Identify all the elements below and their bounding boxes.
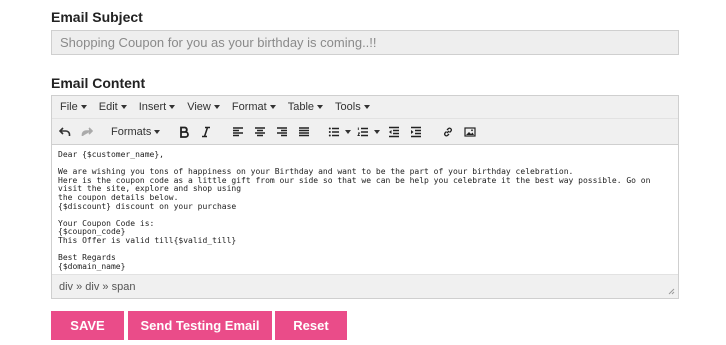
insert-link-button[interactable] [437,122,459,142]
menu-table-label: Table [287,101,315,113]
send-testing-email-button[interactable]: Send Testing Email [128,311,272,340]
indent-icon [411,126,422,137]
bullet-list-button[interactable] [325,122,354,142]
rich-text-editor: File Edit Insert View Format Table Tools… [51,95,679,299]
align-right-icon [277,126,288,136]
undo-button[interactable] [54,122,76,142]
menu-edit[interactable]: Edit [93,101,133,113]
content-line: {$discount} discount on your purchase [58,201,237,211]
editor-statusbar: div » div » span [52,274,678,298]
indent-button[interactable] [405,122,427,142]
menu-tools[interactable]: Tools [329,101,376,113]
formats-label: Formats [111,125,152,138]
chevron-down-icon [345,129,352,134]
align-justify-icon [299,126,310,136]
menu-file[interactable]: File [54,101,93,113]
align-justify-button[interactable] [293,122,315,142]
email-subject-input[interactable]: Shopping Coupon for you as your birthday… [51,30,679,55]
menu-view-label: View [187,101,211,113]
align-right-button[interactable] [271,122,293,142]
bold-button[interactable] [173,122,195,142]
bold-icon [180,126,190,138]
align-left-button[interactable] [227,122,249,142]
email-subject-label: Email Subject [51,9,143,25]
content-line [58,246,672,255]
menu-file-label: File [60,101,78,113]
chevron-down-icon [154,129,161,134]
chevron-down-icon [374,129,381,134]
redo-button[interactable] [76,122,98,142]
link-icon [444,127,453,136]
element-path: div » div » span [59,280,136,293]
reset-button[interactable]: Reset [275,311,347,340]
italic-button[interactable] [195,122,217,142]
save-button[interactable]: SAVE [51,311,124,340]
menu-table[interactable]: Table [282,101,329,113]
content-line: Dear {$customer_name}, [58,150,164,159]
formats-dropdown[interactable]: Formats [108,122,163,142]
chevron-down-icon [363,105,370,109]
outdent-button[interactable] [383,122,405,142]
menu-insert[interactable]: Insert [133,101,182,113]
numbered-list-button[interactable] [354,122,383,142]
content-line: {$domain_name} [58,261,126,271]
resize-handle-icon[interactable] [668,288,675,295]
menu-insert-label: Insert [138,101,167,113]
content-line: Your Coupon Code is: [58,218,155,228]
bullet-list-icon [329,127,340,136]
email-content-label: Email Content [51,75,146,91]
menu-format-label: Format [231,101,267,113]
chevron-down-icon [169,105,176,109]
menu-format[interactable]: Format [226,101,282,113]
editor-toolbar: Formats [52,119,678,145]
chevron-down-icon [80,105,87,109]
editor-content-area[interactable]: Dear {$customer_name}, We are wishing you… [52,145,678,274]
menu-tools-label: Tools [335,101,361,113]
editor-menubar: File Edit Insert View Format Table Tools [52,96,678,119]
content-line: This Offer is valid till{$valid_till} [58,235,237,245]
content-line: Best Regards [58,253,116,263]
chevron-down-icon [269,105,276,109]
menu-view[interactable]: View [181,101,226,113]
align-center-button[interactable] [249,122,271,142]
numbered-list-icon [357,127,369,136]
align-center-icon [255,126,266,136]
content-line: Here is the coupon code as a little gift… [58,175,656,194]
chevron-down-icon [317,105,324,109]
insert-image-button[interactable] [459,122,481,142]
align-left-icon [233,126,244,136]
undo-icon [59,126,71,136]
menu-edit-label: Edit [98,101,118,113]
image-icon [464,126,476,137]
italic-icon [202,126,211,137]
chevron-down-icon [213,105,220,109]
chevron-down-icon [120,105,127,109]
outdent-icon [389,126,400,137]
redo-icon [81,126,93,136]
